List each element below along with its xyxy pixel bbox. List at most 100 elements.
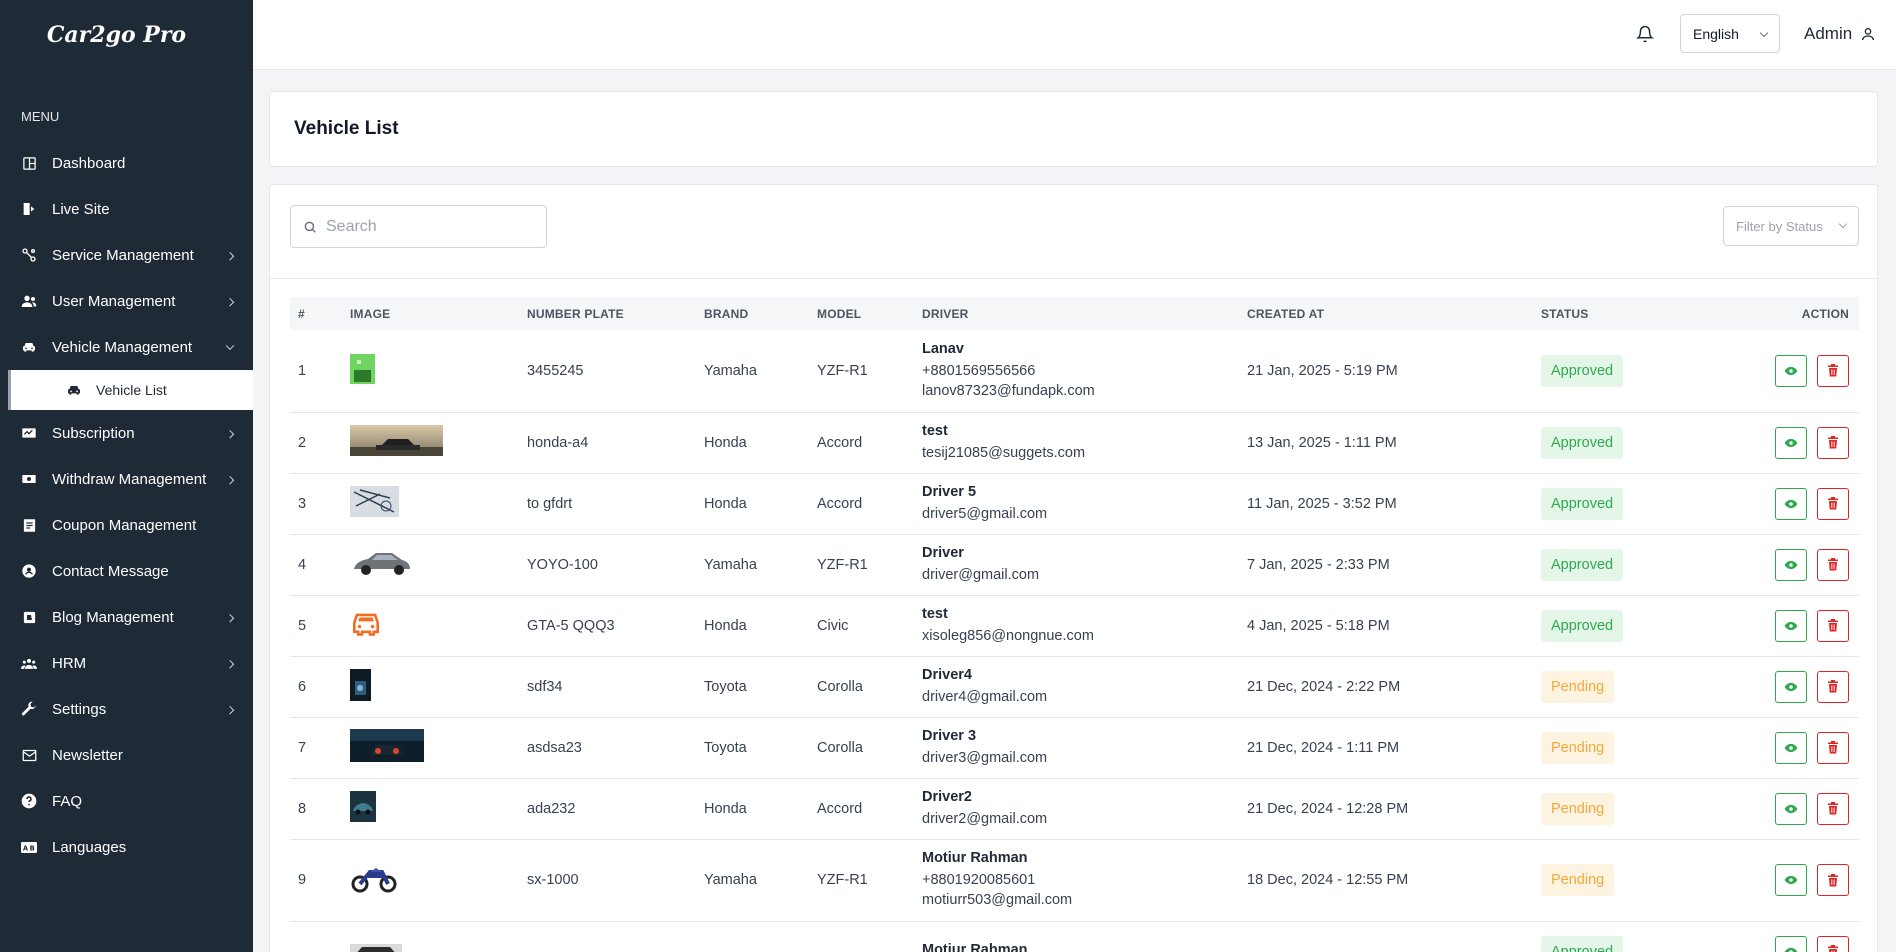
status-badge: Pending	[1541, 731, 1615, 764]
mail-icon	[21, 747, 37, 763]
delete-button[interactable]	[1817, 548, 1849, 581]
sidebar-subitem-label: Vehicle List	[96, 382, 167, 398]
phone-dark-image[interactable]	[350, 668, 519, 705]
view-button[interactable]	[1774, 548, 1807, 581]
trash-icon	[1827, 558, 1839, 571]
sidebar-item-dashboard[interactable]: Dashboard	[0, 140, 253, 186]
table-row[interactable]: Motiur Rahman Approved	[290, 921, 1859, 952]
motorbike-image[interactable]	[350, 862, 519, 898]
status-badge: Approved	[1541, 354, 1624, 387]
driver-name: Lanav	[922, 340, 964, 357]
chevron-down-icon	[1838, 219, 1848, 229]
withdraw-icon	[21, 471, 37, 487]
orange-car-icon-image[interactable]	[350, 611, 519, 641]
view-button[interactable]	[1774, 426, 1807, 459]
table-row[interactable]: 9 sx-1000 Yamaha YZF-R1 Motiur Rahman +8…	[290, 839, 1859, 922]
delete-button[interactable]	[1817, 731, 1849, 764]
eye-icon	[1784, 619, 1798, 633]
view-button[interactable]	[1774, 731, 1807, 764]
sidebar-item-vehicle-management[interactable]: Vehicle Management	[0, 324, 253, 370]
app-logo[interactable]: Car2go Pro	[0, 0, 253, 70]
search-box[interactable]	[290, 205, 547, 248]
trash-icon	[1827, 364, 1839, 377]
delete-button[interactable]	[1817, 670, 1849, 703]
sidebar-item-blog-management[interactable]: Blog Management	[0, 594, 253, 640]
delete-button[interactable]	[1817, 609, 1849, 642]
top-bar: English Admin	[253, 0, 1896, 70]
sidebar-item-subscription[interactable]: Subscription	[0, 410, 253, 456]
view-button[interactable]	[1774, 792, 1807, 825]
delete-button[interactable]	[1817, 864, 1849, 896]
night-car-image[interactable]	[350, 729, 519, 766]
chevron-right-icon	[225, 613, 235, 623]
blog-icon	[21, 609, 37, 625]
table-row[interactable]: 6 sdf34 Toyota Corolla Driver4 driver4@g…	[290, 656, 1859, 718]
sidebar-item-coupon-management[interactable]: Coupon Management	[0, 502, 253, 548]
divider	[270, 278, 1877, 279]
green-square-image[interactable]	[350, 353, 519, 388]
teal-car-image[interactable]	[350, 791, 519, 826]
sidebar-item-languages[interactable]: AB Languages	[0, 824, 253, 870]
table-row[interactable]: 7 asdsa23 Toyota Corolla Driver 3 driver…	[290, 717, 1859, 779]
sidebar-item-label: Blog Management	[52, 608, 174, 626]
view-button[interactable]	[1774, 609, 1807, 642]
search-input[interactable]	[326, 217, 526, 236]
svg-text:A: A	[23, 844, 29, 852]
sidebar-subitem-vehicle-list[interactable]: Vehicle List	[8, 370, 253, 410]
page-title: Vehicle List	[294, 118, 399, 139]
eye-icon	[1784, 945, 1798, 952]
car-sunset-image[interactable]	[350, 425, 519, 460]
model	[809, 921, 914, 952]
table-row[interactable]: 3 to gfdrt Honda Accord Driver 5 driver5…	[290, 473, 1859, 535]
model: Corolla	[809, 656, 914, 718]
sidebar-item-hrm[interactable]: HRM	[0, 640, 253, 686]
table-row[interactable]: 4 YOYO-100 Yamaha YZF-R1 Driver driver@g…	[290, 534, 1859, 596]
table-header-row: # IMAGE NUMBER PLATE BRAND MODEL DRIVER …	[290, 297, 1859, 330]
delete-button[interactable]	[1817, 426, 1849, 459]
status-filter-select[interactable]: Filter by Status	[1723, 206, 1859, 246]
sidebar-item-live-site[interactable]: Live Site	[0, 186, 253, 232]
table-row[interactable]: 8 ada232 Honda Accord Driver2 driver2@gm…	[290, 778, 1859, 840]
sidebar-item-label: FAQ	[52, 792, 83, 810]
silver-sedan-image[interactable]	[350, 545, 519, 584]
status-cell: Approved	[1533, 330, 1733, 413]
action-cell	[1733, 534, 1859, 596]
delete-button[interactable]	[1817, 935, 1849, 952]
delete-button[interactable]	[1817, 354, 1849, 387]
sidebar-item-service-management[interactable]: Service Management	[0, 232, 253, 278]
vehicle-image-cell	[342, 412, 519, 474]
status-badge: Approved	[1541, 548, 1624, 581]
sidebar-nav: Dashboard Live Site Service Management U…	[0, 140, 253, 870]
model: Accord	[809, 473, 914, 535]
status-filter-placeholder: Filter by Status	[1736, 218, 1823, 234]
sidebar-item-label: HRM	[52, 654, 87, 672]
view-button[interactable]	[1774, 935, 1807, 952]
sidebar-item-faq[interactable]: FAQ	[0, 778, 253, 824]
table-row[interactable]: 2 honda-a4 Honda Accord test tesij21085@…	[290, 412, 1859, 474]
sketch-image[interactable]	[350, 486, 519, 521]
bell-icon[interactable]	[1636, 25, 1654, 43]
view-button[interactable]	[1774, 354, 1807, 387]
status-badge: Pending	[1541, 864, 1615, 896]
trash-icon	[1827, 945, 1839, 952]
sidebar-item-settings[interactable]: Settings	[0, 686, 253, 732]
sidebar-item-newsletter[interactable]: Newsletter	[0, 732, 253, 778]
view-button[interactable]	[1774, 670, 1807, 703]
sidebar-item-user-management[interactable]: User Management	[0, 278, 253, 324]
sidebar-item-withdraw-management[interactable]: Withdraw Management	[0, 456, 253, 502]
sidebar-item-contact-message[interactable]: Contact Message	[0, 548, 253, 594]
view-button[interactable]	[1774, 864, 1807, 896]
view-button[interactable]	[1774, 487, 1807, 520]
table-row[interactable]: 5 GTA-5 QQQ3 Honda Civic test xisoleg856…	[290, 595, 1859, 657]
user-menu[interactable]: Admin	[1804, 24, 1876, 44]
dark-car-image[interactable]	[350, 943, 519, 952]
table-row[interactable]: 1 3455245 Yamaha YZF-R1 Lanav +880156955…	[290, 330, 1859, 413]
delete-button[interactable]	[1817, 487, 1849, 520]
number-plate: sx-1000	[519, 839, 696, 922]
driver-phone: +8801569556566	[922, 362, 1036, 379]
chevron-down-icon	[1759, 28, 1769, 38]
delete-button[interactable]	[1817, 792, 1849, 825]
sidebar-item-label: User Management	[52, 292, 176, 310]
language-select[interactable]: English	[1680, 14, 1780, 53]
eye-icon	[1784, 364, 1798, 378]
